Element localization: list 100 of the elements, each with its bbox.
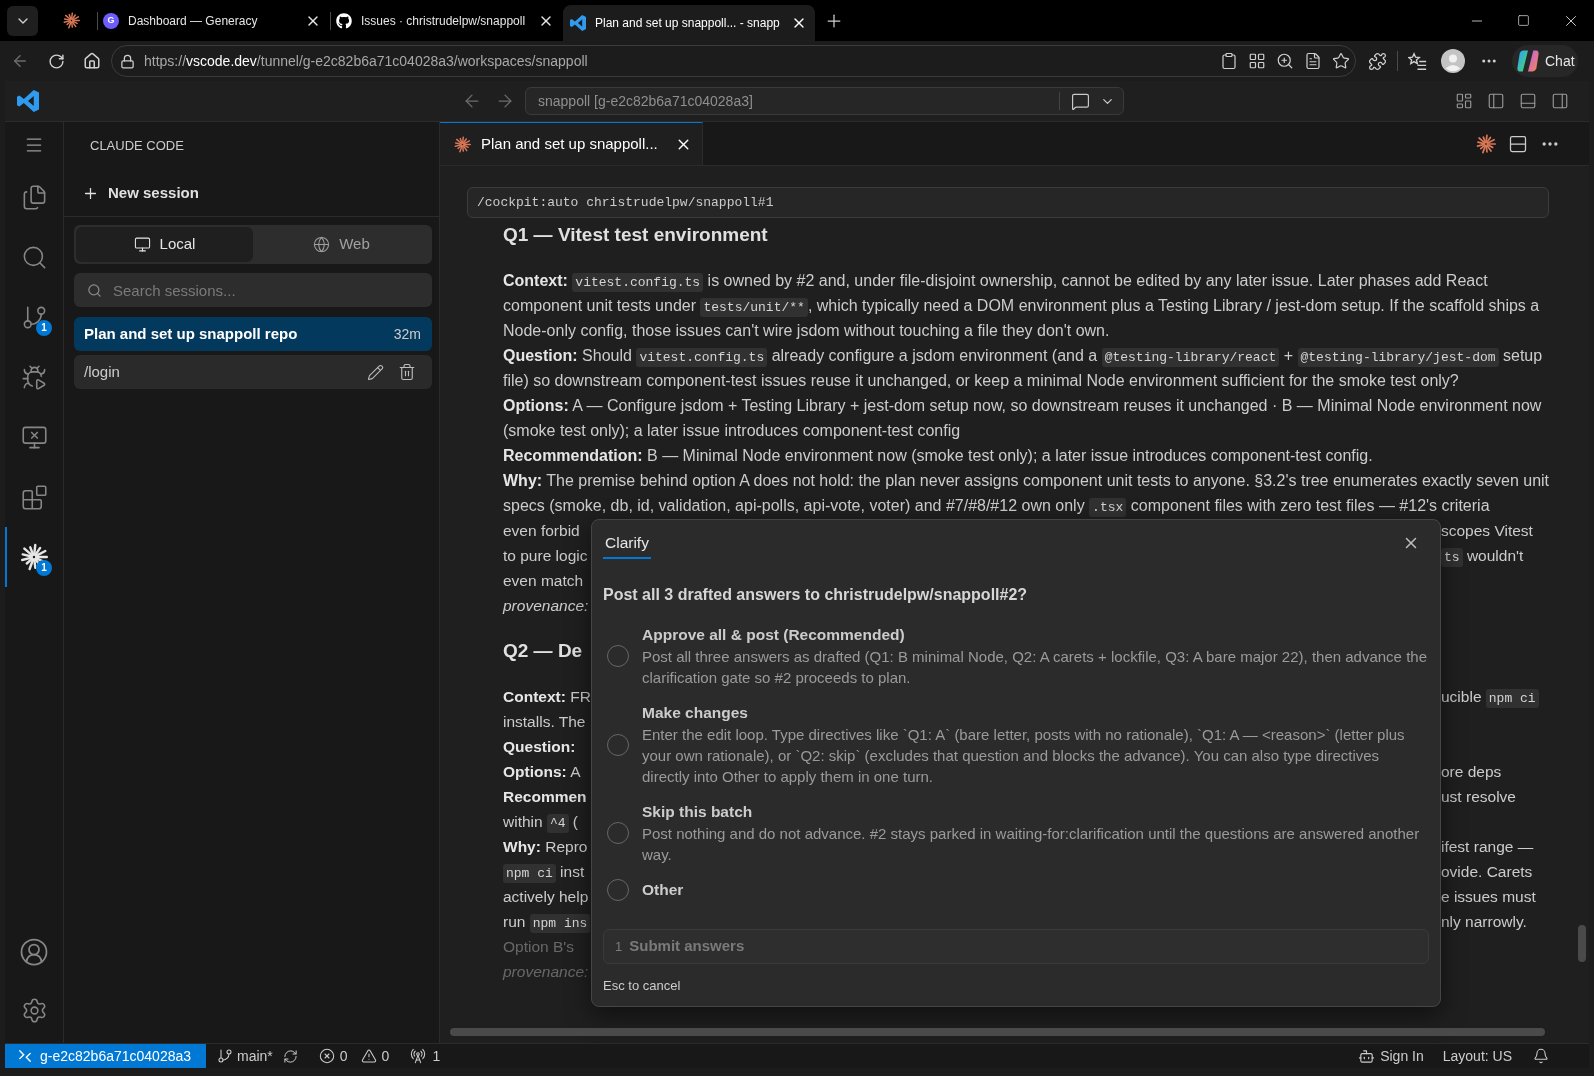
paragraph-text: Options: A — Configure jsdom + Testing Library + jest-dom setup now, so downstream reuses it unchanged · B — Minimal Node environment now (smoke test only); a later issue introduces component-test config (503, 396, 1543, 441)
text-fragment: actively help (503, 888, 589, 905)
text-fragment: Why: Repro (503, 838, 588, 855)
text-fragment: installs. The (503, 713, 586, 730)
sync-icon[interactable] (282, 1048, 298, 1064)
text-fragment: e issues must (1441, 887, 1536, 907)
mode-tab[interactable]: Local (76, 227, 253, 262)
layout-button[interactable]: Layout: US (1442, 1045, 1512, 1067)
text-fragment: even match (503, 572, 584, 589)
mode-tab[interactable]: Web (253, 227, 430, 262)
code-logo-icon (17, 90, 39, 112)
option-description: Post nothing and do not advance. #2 stays parked in waiting-for:clarification until the questions are answered another way. (642, 824, 1421, 865)
panel-right-icon[interactable] (1551, 92, 1569, 110)
layout-icon[interactable] (1455, 92, 1473, 110)
text-fragment: ovide. Carets (1441, 862, 1533, 882)
text-fragment: to pure logic (503, 547, 588, 564)
option-title: Other (642, 880, 684, 900)
puzzle-icon[interactable] (1368, 51, 1387, 71)
chat-bubble-icon[interactable] (1071, 91, 1090, 111)
url-text: https://vscode.dev/tunnel/g-e2c82b6a71c04028a3/workspaces/snappoll (144, 51, 588, 71)
text-fragment: ore deps (1441, 762, 1502, 782)
octocat-icon (336, 12, 352, 29)
ports-button[interactable]: 1 (410, 1045, 441, 1067)
session-title: Plan and set up snappoll repo (84, 323, 298, 344)
count-badge: 1 (36, 560, 52, 576)
document-icon[interactable] (1304, 52, 1322, 70)
paragraph-text: Recommendation: B — Minimal Node environment now (smoke test only); a later issue introduces component-test config. (503, 446, 1374, 466)
split-editor-icon[interactable] (1508, 133, 1528, 154)
globe-icon (313, 236, 331, 253)
problems-button[interactable]: 0 0 (318, 1045, 390, 1067)
text-fragment: Options: A (503, 763, 581, 780)
starburst-icon (454, 135, 471, 153)
antenna-icon (410, 1048, 427, 1064)
hint-text: Esc to cancel (603, 977, 682, 995)
paragraph-text: Question: Should vitest.config.ts already configure a jsdom environment (and a @testing-library/react + @testing-library/jest-dom setup file) so downstream component-test issues reuse it unchanged, or keep a minimal Node environment sufficient for the smoke test only? (503, 346, 1544, 391)
star-list-icon[interactable] (1408, 51, 1427, 71)
branch-button[interactable]: main* (217, 1045, 273, 1067)
account-icon[interactable] (19, 937, 49, 967)
refresh-icon[interactable] (47, 52, 65, 70)
active-indicator (5, 527, 7, 587)
starburst-icon[interactable] (20, 543, 48, 571)
browser-tab[interactable]: Plan and set up snappoll... - snapp (563, 5, 815, 41)
text-fragment: nly narrowly. (1441, 912, 1527, 932)
starburst-icon[interactable] (1476, 133, 1496, 154)
grid-icon[interactable] (1248, 52, 1266, 70)
play-bug-icon[interactable] (20, 363, 48, 391)
search-field[interactable]: Search sessions... (74, 273, 432, 307)
new-session-button[interactable]: New session (82, 181, 199, 205)
text-fragment: provenance: (503, 597, 589, 614)
panel-bottom-icon[interactable] (1519, 92, 1537, 110)
sign-in-button[interactable]: Sign In (1358, 1045, 1424, 1067)
tab-list-button[interactable] (7, 5, 38, 36)
browser-tab[interactable]: Issues · christrudelpw/snappoll (330, 0, 563, 41)
text-fragment: run npm ins (503, 913, 591, 930)
address-bar[interactable]: https://vscode.dev/tunnel/g-e2c82b6a71c04028a3/workspaces/snappoll (111, 45, 1356, 77)
editor-tab[interactable]: Plan and set up snappoll... (440, 122, 703, 165)
text-fragment: Question: (503, 738, 576, 755)
user-message: /cockpit:auto christrudelpw/snappoll#1 (467, 187, 1549, 218)
text-fragment: Recommen (503, 788, 587, 805)
option-description: Enter the edit loop. Type directives like `Q1: A` (bare letter, posts with no rationale), `Q1: A — <reason>` (letter plus your own rationale), or `Q2: skip` (excludes that question and blocks the advance). You can also type directives directly into Other to apply them in one turn. (642, 725, 1406, 787)
starburst-icon (62, 12, 80, 29)
section-heading: Q1 — Vitest test environment (503, 223, 768, 247)
dialog-tab[interactable]: Clarify (603, 533, 651, 559)
session-title: /login (84, 361, 120, 382)
home-icon[interactable] (83, 52, 101, 70)
option-title: Approve all & post (Recommended) (642, 625, 906, 645)
pencil-icon[interactable] (367, 363, 384, 381)
trash-icon[interactable] (398, 363, 416, 381)
blocks-icon[interactable] (20, 483, 48, 511)
clipboard-icon[interactable] (1220, 52, 1238, 70)
paragraph-text: Why: The premise behind option A does not hold: the plan never assigns component unit tests to anyone. §3.2's tree enumerates exactly seven unit specs (smoke, db, id, validation, api-polls, api-vote, voter) and #7/#8/#12 own only .tsx component files with zero test files — #12's criteria (503, 471, 1551, 518)
text-fragment: Option B's (503, 938, 575, 955)
text-fragment: npm ci inst (503, 863, 585, 880)
session-time: 32m (393, 324, 421, 344)
robot-icon (1358, 1047, 1376, 1065)
warning-icon (360, 1048, 377, 1064)
panel-left-icon[interactable] (1487, 92, 1505, 110)
remote-indicator[interactable]: g-e2c82b6a71c04028a3 (5, 1044, 206, 1068)
text-fragment: provenance: (503, 963, 589, 980)
session-item[interactable]: Plan and set up snappoll repo 32m (74, 317, 432, 351)
chat-button[interactable]: Chat (1512, 45, 1578, 77)
dialog-question: Post all 3 drafted answers to christrudelpw/snappoll#2? (603, 585, 1029, 605)
zoom-in-icon[interactable] (1276, 52, 1294, 70)
option-title: Make changes (642, 703, 749, 723)
star-icon[interactable] (1332, 52, 1350, 70)
text-fragment: within ^4 ( (503, 813, 578, 830)
chat-logo-icon (1517, 50, 1539, 72)
text-fragment: ucible npm ci (1441, 684, 1539, 709)
browser-tab[interactable]: G Dashboard — Generacy (97, 0, 330, 41)
avatar-icon[interactable] (1441, 49, 1465, 73)
site-favicon: G (103, 12, 119, 29)
command-center[interactable]: snappoll [g-e2c82b6a71c04028a3] (525, 87, 1124, 115)
option-title: Skip this batch (642, 802, 754, 822)
error-icon (318, 1048, 335, 1064)
maximize-icon[interactable] (1517, 14, 1530, 27)
session-item[interactable]: /login (74, 355, 432, 389)
branch-icon (217, 1048, 233, 1064)
count-badge: 1 (36, 320, 52, 336)
text-fragment: even forbid (503, 522, 580, 539)
bell-icon[interactable] (1533, 1048, 1549, 1064)
